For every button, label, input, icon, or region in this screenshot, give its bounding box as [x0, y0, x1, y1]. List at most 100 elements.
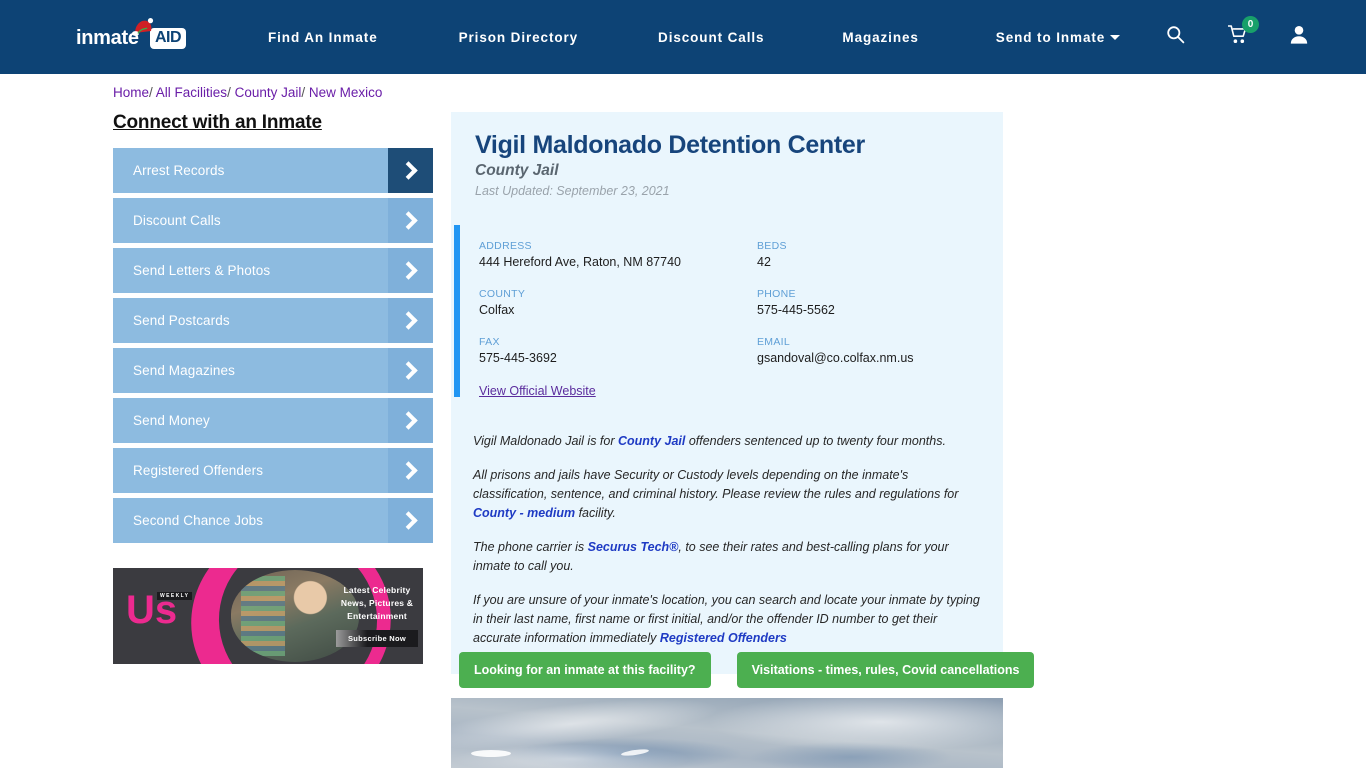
sidebar-item-registered-offenders[interactable]: Registered Offenders: [113, 448, 433, 493]
description-paragraph-3: The phone carrier is Securus Tech®, to s…: [473, 538, 981, 576]
breadcrumb-separator: /: [301, 85, 306, 100]
desc-p1-text-a: Vigil Maldonado Jail is for: [473, 434, 618, 448]
ad-brand-subtitle: WEEKLY: [157, 592, 193, 600]
chevron-right-icon: [388, 398, 433, 443]
chevron-right-icon: [388, 348, 433, 393]
looking-for-inmate-button[interactable]: Looking for an inmate at this facility?: [459, 652, 711, 688]
facility-info-block: ADDRESS 444 Hereford Ave, Raton, NM 8774…: [451, 225, 1003, 422]
logo-aid-badge: AID: [149, 28, 186, 49]
field-address: ADDRESS 444 Hereford Ave, Raton, NM 8774…: [479, 240, 757, 269]
sidebar-item-arrest-records[interactable]: Arrest Records: [113, 148, 433, 193]
breadcrumb-item-county-jail[interactable]: County Jail: [235, 85, 302, 100]
nav-item-magazines[interactable]: Magazines: [842, 30, 918, 45]
desc-p4-link-registered-offenders[interactable]: Registered Offenders: [660, 631, 787, 645]
field-phone: PHONE 575-445-5562: [757, 288, 979, 317]
breadcrumb-separator: /: [149, 85, 153, 100]
sidebar-item-send-money[interactable]: Send Money: [113, 398, 433, 443]
main-nav: Find An Inmate Prison Directory Discount…: [268, 0, 1121, 74]
accent-bar: [454, 225, 460, 397]
field-value: 42: [757, 255, 771, 269]
desc-p3-link-securus-tech[interactable]: Securus Tech®: [588, 540, 679, 554]
nav-item-discount-calls[interactable]: Discount Calls: [658, 30, 764, 45]
cloud-streak: [471, 750, 511, 757]
description-paragraph-2: All prisons and jails have Security or C…: [473, 466, 981, 523]
chevron-down-icon: [1110, 35, 1121, 41]
cart-count-badge: 0: [1242, 16, 1259, 33]
header-icon-group: 0: [1166, 0, 1308, 74]
chevron-right-icon: [388, 448, 433, 493]
chevron-right-icon: [388, 248, 433, 293]
sidebar-item-label: Registered Offenders: [133, 463, 264, 478]
field-county: COUNTY Colfax: [479, 288, 757, 317]
ad-headline: Latest Celebrity News, Pictures & Entert…: [340, 585, 414, 621]
facility-hero-photo: [451, 698, 1003, 768]
user-icon[interactable]: [1290, 25, 1308, 49]
field-value: 575-445-3692: [479, 351, 557, 365]
ad-subscribe-button[interactable]: Subscribe Now: [336, 630, 418, 647]
cta-button-row: Looking for an inmate at this facility? …: [459, 652, 1035, 688]
sidebar-item-label: Send Money: [133, 413, 210, 428]
sidebar-item-label: Arrest Records: [133, 163, 225, 178]
breadcrumb-item-all-facilities[interactable]: All Facilities: [156, 85, 227, 100]
description-paragraph-4: If you are unsure of your inmate's locat…: [473, 591, 981, 648]
field-label: COUNTY: [479, 288, 526, 300]
field-value: 575-445-5562: [757, 303, 835, 317]
view-official-website-link[interactable]: View Official Website: [479, 384, 596, 398]
facility-panel: Vigil Maldonado Detention Center County …: [451, 112, 1003, 674]
breadcrumb-item-new-mexico[interactable]: New Mexico: [309, 85, 383, 100]
facility-description: Vigil Maldonado Jail is for County Jail …: [451, 422, 1003, 674]
field-value: gsandoval@co.colfax.nm.us: [757, 351, 914, 365]
description-paragraph-1: Vigil Maldonado Jail is for County Jail …: [473, 432, 981, 451]
desc-p2-text-b: facility.: [575, 506, 616, 520]
sidebar-item-second-chance-jobs[interactable]: Second Chance Jobs: [113, 498, 433, 543]
santa-hat-icon: [132, 18, 154, 36]
nav-item-prison-directory[interactable]: Prison Directory: [459, 30, 578, 45]
chevron-right-icon: [388, 498, 433, 543]
field-label: PHONE: [757, 288, 796, 300]
site-logo[interactable]: inmate AID: [76, 18, 186, 54]
sidebar-title: Connect with an Inmate: [113, 112, 322, 133]
sidebar: Connect with an Inmate Arrest Records Di…: [113, 112, 433, 548]
sidebar-item-send-magazines[interactable]: Send Magazines: [113, 348, 433, 393]
desc-p3-text-a: The phone carrier is: [473, 540, 588, 554]
chevron-right-icon: [388, 198, 433, 243]
cart-icon[interactable]: 0: [1227, 16, 1259, 49]
nav-item-send-to-inmate[interactable]: Send to Inmate: [995, 29, 1121, 45]
nav-item-find-an-inmate[interactable]: Find An Inmate: [268, 30, 378, 45]
chevron-right-icon: [388, 148, 433, 193]
desc-p2-text-a: All prisons and jails have Security or C…: [473, 468, 959, 501]
search-icon[interactable]: [1166, 25, 1185, 49]
page-root: inmate AID Find An Inmate Prison Directo…: [0, 0, 1366, 768]
facility-last-updated: Last Updated: September 23, 2021: [475, 184, 670, 198]
sidebar-item-label: Second Chance Jobs: [133, 513, 264, 528]
sidebar-item-label: Send Magazines: [133, 363, 235, 378]
breadcrumb: Home/ All Facilities/ County Jail/ New M…: [113, 85, 382, 100]
facility-info-grid: ADDRESS 444 Hereford Ave, Raton, NM 8774…: [479, 240, 979, 365]
sidebar-item-send-postcards[interactable]: Send Postcards: [113, 298, 433, 343]
cloud-shape: [701, 698, 1003, 752]
breadcrumb-item-home[interactable]: Home: [113, 85, 149, 100]
facility-header: Vigil Maldonado Detention Center County …: [451, 112, 1003, 198]
sidebar-advertisement[interactable]: Us WEEKLY Latest Celebrity News, Picture…: [113, 568, 423, 664]
nav-item-send-to-inmate-label: Send to Inmate: [995, 29, 1106, 45]
field-fax: FAX 575-445-3692: [479, 336, 757, 365]
desc-p2-link-county-medium[interactable]: County - medium: [473, 506, 575, 520]
visitations-button[interactable]: Visitations - times, rules, Covid cancel…: [736, 652, 1035, 688]
desc-p1-text-b: offenders sentenced up to twenty four mo…: [685, 434, 946, 448]
field-beds: BEDS 42: [757, 240, 979, 269]
field-value: Colfax: [479, 303, 515, 317]
facility-type: County Jail: [475, 162, 559, 179]
page-title: Vigil Maldonado Detention Center: [475, 131, 865, 159]
breadcrumb-separator: /: [227, 85, 231, 100]
sidebar-item-discount-calls[interactable]: Discount Calls: [113, 198, 433, 243]
field-label: ADDRESS: [479, 240, 532, 252]
field-value: 444 Hereford Ave, Raton, NM 87740: [479, 255, 681, 269]
field-label: BEDS: [757, 240, 787, 252]
sidebar-item-label: Discount Calls: [133, 213, 221, 228]
sidebar-item-label: Send Letters & Photos: [133, 263, 271, 278]
site-header: inmate AID Find An Inmate Prison Directo…: [0, 0, 1366, 74]
field-email: EMAIL gsandoval@co.colfax.nm.us: [757, 336, 979, 365]
desc-p1-link-county-jail[interactable]: County Jail: [618, 434, 685, 448]
sidebar-item-send-letters-photos[interactable]: Send Letters & Photos: [113, 248, 433, 293]
sidebar-item-label: Send Postcards: [133, 313, 230, 328]
